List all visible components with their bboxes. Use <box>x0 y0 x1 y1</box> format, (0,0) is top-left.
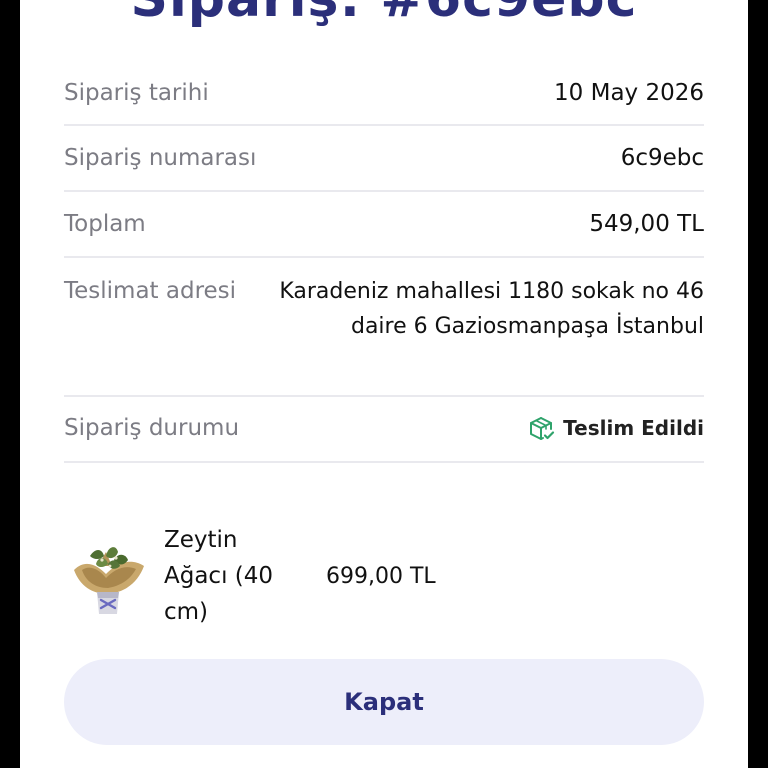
order-item: Zeytin Ağacı (40 cm) 699,00 TL <box>64 522 704 632</box>
delivery-address-value: Karadeniz mahallesi 1180 sokak no 46 dai… <box>279 279 704 339</box>
order-date-value: 10 May 2026 <box>554 80 704 106</box>
order-detail-sheet: Sipariş: #6c9ebc Sipariş tarihi 10 May 2… <box>20 0 748 768</box>
order-total-label: Toplam <box>64 211 146 237</box>
product-price: 699,00 TL <box>326 564 436 589</box>
product-name: Zeytin Ağacı (40 cm) <box>164 527 274 625</box>
order-total-value: 549,00 TL <box>589 211 704 237</box>
order-status-row: Sipariş durumu Teslim Edildi <box>64 397 704 463</box>
delivery-address-row: Teslimat adresi Karadeniz mahallesi 1180… <box>64 258 704 397</box>
delivery-address-label: Teslimat adresi <box>64 278 237 304</box>
order-date-row: Sipariş tarihi 10 May 2026 <box>64 60 704 126</box>
package-check-icon <box>530 416 555 440</box>
order-number-value: 6c9ebc <box>620 145 704 171</box>
order-status-label: Sipariş durumu <box>64 415 240 441</box>
order-status-value: Teslim Edildi <box>563 416 704 440</box>
page-title: Sipariş: #6c9ebc <box>20 0 748 32</box>
order-total-row: Toplam 549,00 TL <box>64 192 704 258</box>
order-date-label: Sipariş tarihi <box>64 80 209 106</box>
order-details: Sipariş tarihi 10 May 2026 Sipariş numar… <box>64 60 704 463</box>
status-badge: Teslim Edildi <box>529 411 704 446</box>
order-number-row: Sipariş numarası 6c9ebc <box>64 126 704 192</box>
order-number-label: Sipariş numarası <box>64 145 257 171</box>
olive-tree-plant-icon <box>74 547 144 614</box>
close-button[interactable]: Kapat <box>64 659 704 745</box>
